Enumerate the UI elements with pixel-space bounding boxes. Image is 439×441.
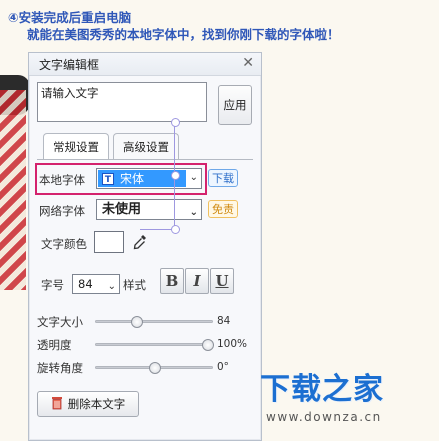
transform-handle[interactable] <box>171 225 180 234</box>
font-type-icon: T <box>102 172 114 185</box>
font-size-value: 84 <box>78 277 93 291</box>
bold-button[interactable]: B <box>160 268 184 294</box>
font-size-label: 字号 <box>41 278 64 292</box>
download-button[interactable]: 下载 <box>208 169 238 187</box>
text-input[interactable]: 请输入文字 <box>37 82 207 122</box>
text-size-label: 文字大小 <box>37 315 83 329</box>
text-size-value: 84 <box>217 315 231 327</box>
eyedropper-icon[interactable] <box>133 234 147 254</box>
rotation-label: 旋转角度 <box>37 361 83 375</box>
delete-text-button[interactable]: 删除本文字 <box>37 391 139 417</box>
watermark-logo: 下载之家 <box>260 372 384 407</box>
tab-basic-settings[interactable]: 常规设置 <box>43 133 109 160</box>
web-font-select[interactable]: 未使用 ⌄ <box>96 199 202 220</box>
text-edit-dialog: 文字编辑框 ✕ 请输入文字 应用 常规设置 高级设置 本地字体 T 宋体 ⌄ 下… <box>28 52 262 441</box>
tab-advanced-settings[interactable]: 高级设置 <box>113 133 179 160</box>
local-font-select[interactable]: T 宋体 ⌄ <box>96 168 202 189</box>
transform-handle[interactable] <box>171 171 180 180</box>
chevron-down-icon: ⌄ <box>107 281 116 292</box>
opacity-slider-thumb[interactable] <box>202 339 214 351</box>
style-label: 样式 <box>123 278 146 292</box>
step-subheading: 就能在美图秀秀的本地字体中，找到你刚下载的字体啦！ <box>27 27 340 42</box>
disclaimer-button[interactable]: 免责 <box>208 200 238 218</box>
transform-frame-edge <box>140 229 174 230</box>
chevron-down-icon: ⌄ <box>189 207 198 218</box>
rotation-slider[interactable] <box>95 362 213 374</box>
font-size-select[interactable]: 84 ⌄ <box>72 274 120 294</box>
background-photo <box>0 90 26 290</box>
rotation-slider-thumb[interactable] <box>149 362 161 374</box>
delete-text-label: 删除本文字 <box>67 397 126 411</box>
opacity-value: 100% <box>217 338 248 350</box>
local-font-label: 本地字体 <box>39 173 85 187</box>
watermark-url: www.downza.cn <box>266 410 382 424</box>
tab-divider <box>37 159 253 160</box>
italic-button[interactable]: I <box>185 268 209 294</box>
local-font-value: 宋体 <box>120 172 145 186</box>
underline-button[interactable]: U <box>210 268 234 294</box>
transform-handle[interactable] <box>171 118 180 127</box>
dialog-title: 文字编辑框 <box>39 58 100 72</box>
chevron-down-icon: ⌄ <box>189 172 198 183</box>
text-color-swatch[interactable] <box>94 231 124 253</box>
text-color-label: 文字颜色 <box>41 237 87 251</box>
close-icon[interactable]: ✕ <box>242 55 254 71</box>
rotation-value: 0° <box>217 361 229 373</box>
text-size-slider-thumb[interactable] <box>130 316 143 328</box>
web-font-label: 网络字体 <box>39 204 85 218</box>
text-size-slider[interactable] <box>95 316 213 328</box>
opacity-label: 透明度 <box>37 338 72 352</box>
apply-button[interactable]: 应用 <box>218 85 252 125</box>
web-font-value: 未使用 <box>102 202 142 217</box>
trash-icon <box>51 396 63 413</box>
opacity-slider[interactable] <box>95 339 214 351</box>
dialog-titlebar[interactable]: 文字编辑框 ✕ <box>29 53 261 76</box>
